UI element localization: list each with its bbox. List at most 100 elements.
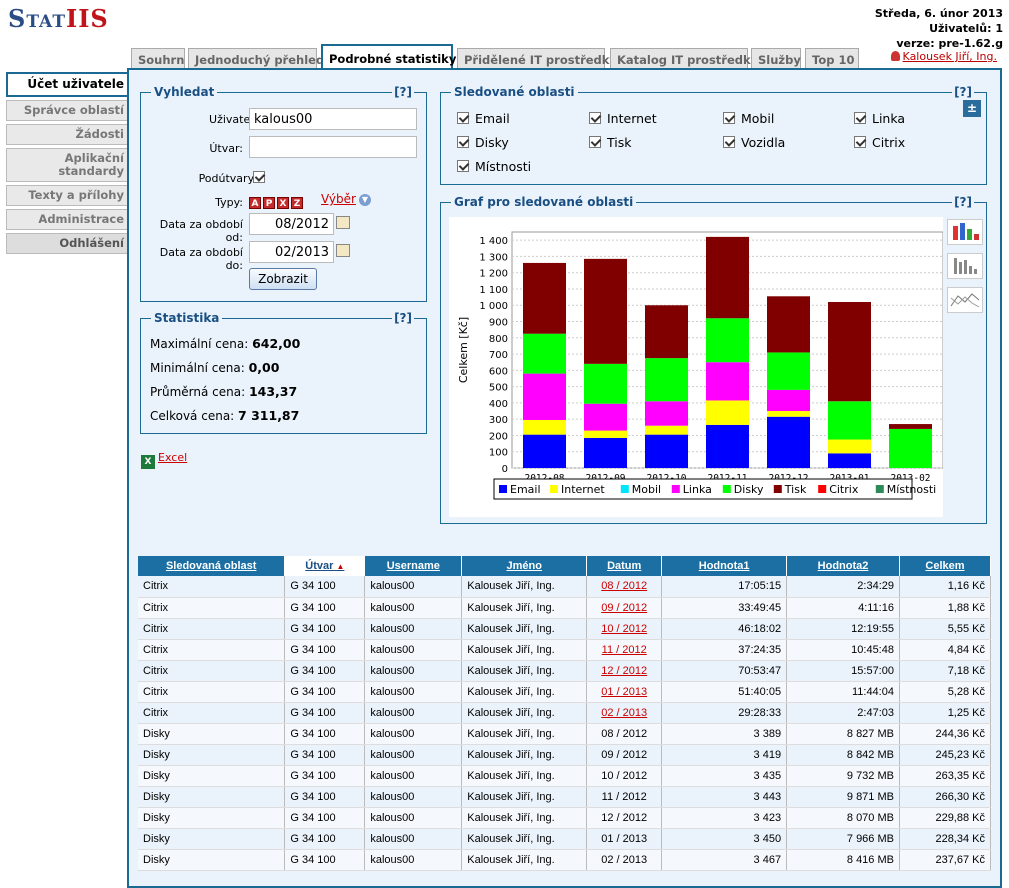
table-cell[interactable]: 10 / 2012 — [586, 618, 663, 640]
statistics-help-link[interactable]: [?] — [392, 311, 414, 325]
column-header-hodnota2[interactable]: Hodnota2 — [786, 556, 900, 576]
select-link[interactable]: Výběr — [321, 192, 356, 206]
bar-segment-internet — [767, 411, 810, 417]
chart-help-link[interactable]: [?] — [952, 195, 974, 209]
table-cell: G 34 100 — [284, 618, 366, 640]
area-internet[interactable]: Internet — [589, 111, 657, 126]
subunits-checkbox[interactable] — [253, 171, 265, 183]
chart-type-column-icon[interactable] — [947, 253, 983, 279]
area-vozidla[interactable]: Vozidla — [723, 135, 785, 150]
column-header-celkem[interactable]: Celkem — [899, 556, 992, 576]
date-from-input[interactable] — [249, 213, 334, 235]
chart-type-line-icon[interactable] — [947, 287, 983, 313]
column-header-hodnota1[interactable]: Hodnota1 — [661, 556, 788, 576]
area-citrix-checkbox[interactable] — [854, 136, 866, 148]
table-cell: 3 467 — [661, 849, 788, 871]
type-a-icon[interactable]: A — [249, 197, 261, 209]
calendar-icon[interactable] — [336, 244, 350, 257]
table-cell: Kalousek Jiří, Ing. — [461, 618, 588, 640]
area-tisk[interactable]: Tisk — [589, 135, 631, 150]
excel-link[interactable]: Excel — [158, 451, 187, 464]
tab-podrobne-statistiky[interactable]: Podrobné statistiky — [321, 44, 456, 70]
table-cell: Kalousek Jiří, Ing. — [461, 828, 588, 850]
area-mobil[interactable]: Mobil — [723, 111, 774, 126]
table-cell: 08 / 2012 — [586, 723, 663, 745]
table-cell: 12:19:55 — [786, 618, 900, 640]
area-mistnosti[interactable]: Místnosti — [457, 159, 531, 174]
tab-katalog-it-prostredku[interactable]: Katalog IT prostředků — [610, 48, 759, 69]
area-linka-checkbox[interactable] — [854, 112, 866, 124]
sort-asc-icon: ▲ — [336, 562, 345, 571]
chart-type-bar-icon[interactable] — [947, 219, 983, 245]
tab-jednoduchy-prehled[interactable]: Jednoduchý přehled — [188, 48, 324, 69]
sidebar-item-texty-a-prilohy[interactable]: Texty a přílohy — [6, 185, 130, 206]
sidebar-item-spravce-oblasti[interactable]: Správce oblastí — [6, 100, 130, 121]
chevron-down-icon[interactable]: ▼ — [359, 194, 371, 206]
type-z-icon[interactable]: Z — [291, 197, 303, 209]
column-header-jmeno[interactable]: Jméno — [461, 556, 588, 576]
min-price: Minimální cena: 0,00 — [150, 360, 279, 375]
table-cell: kalous00 — [364, 849, 463, 871]
bar-segment-tisk — [523, 262, 566, 334]
area-mobil-checkbox[interactable] — [723, 112, 735, 124]
area-disky-checkbox[interactable] — [457, 136, 469, 148]
area-mistnosti-checkbox[interactable] — [457, 160, 469, 172]
toggle-all-icon[interactable]: ± — [963, 100, 981, 117]
table-cell: kalous00 — [364, 639, 463, 661]
table-cell[interactable]: 11 / 2012 — [586, 639, 663, 661]
bar-segment-internet — [584, 430, 627, 438]
user-input[interactable] — [249, 108, 417, 130]
table-cell: 5,55 Kč — [899, 618, 992, 640]
search-help-link[interactable]: [?] — [392, 85, 414, 99]
tab-sluzby[interactable]: Služby — [751, 48, 801, 69]
table-row: Disky G 34 100 kalous00 Kalousek Jiří, Ing.… — [138, 744, 992, 766]
tab-top-10[interactable]: Top 10 — [805, 48, 859, 69]
sidebar-item-administrace[interactable]: Administrace — [6, 209, 130, 230]
table-cell: 11 / 2012 — [586, 786, 663, 808]
column-header-sledovana-oblast[interactable]: Sledovaná oblast — [138, 556, 286, 576]
column-header-datum[interactable]: Datum — [586, 556, 663, 576]
column-header-username[interactable]: Username — [364, 556, 463, 576]
table-cell[interactable]: 09 / 2012 — [586, 597, 663, 619]
tab-souhrn[interactable]: Souhrn — [131, 48, 185, 69]
table-row: Disky G 34 100 kalous00 Kalousek Jiří, Ing.… — [138, 828, 992, 850]
unit-input[interactable] — [249, 136, 417, 158]
table-cell: kalous00 — [364, 618, 463, 640]
table-cell[interactable]: 02 / 2013 — [586, 702, 663, 724]
table-row: Citrix G 34 100 kalous00 Kalousek Jiří, Ing… — [138, 639, 992, 661]
y-tick-label: 0 — [502, 464, 508, 475]
excel-export[interactable]: X Excel — [141, 451, 187, 469]
column-header-utvar[interactable]: Útvar ▲ — [284, 556, 366, 576]
area-email-checkbox[interactable] — [457, 112, 469, 124]
types-label: Typy: — [215, 196, 243, 209]
table-cell: kalous00 — [364, 744, 463, 766]
avg-price: Průměrná cena: 143,37 — [150, 384, 297, 399]
area-vozidla-checkbox[interactable] — [723, 136, 735, 148]
table-cell[interactable]: 01 / 2013 — [586, 681, 663, 703]
area-internet-checkbox[interactable] — [589, 112, 601, 124]
type-x-icon[interactable]: X — [277, 197, 289, 209]
sidebar-item-zadosti[interactable]: Žádosti — [6, 124, 130, 145]
area-email[interactable]: Email — [457, 111, 510, 126]
calendar-icon[interactable] — [336, 216, 350, 229]
area-disky[interactable]: Disky — [457, 135, 509, 150]
table-cell[interactable]: 08 / 2012 — [586, 576, 663, 598]
area-linka[interactable]: Linka — [854, 111, 905, 126]
sidebar-item-aplikacni-standardy[interactable]: Aplikační standardy — [6, 148, 130, 182]
current-user-link[interactable]: Kalousek Jiří, Ing. — [890, 50, 997, 63]
sidebar-item-odhlaseni[interactable]: Odhlášení — [6, 233, 130, 254]
date-to-input[interactable] — [249, 241, 334, 263]
show-button[interactable]: Zobrazit — [249, 268, 317, 290]
bar-segment-internet — [523, 419, 566, 435]
table-cell: 3 419 — [661, 744, 788, 766]
tracked-areas-help-link[interactable]: [?] — [952, 85, 974, 99]
table-cell: 15:57:00 — [786, 660, 900, 682]
area-citrix[interactable]: Citrix — [854, 135, 905, 150]
tab-pridelene-it-prostredky[interactable]: Přidělené IT prostředky — [457, 48, 617, 69]
bar-segment-email — [828, 453, 871, 468]
bar-segment-tisk — [584, 258, 627, 364]
sidebar-item-ucet-uzivatele[interactable]: Účet uživatele — [6, 72, 132, 97]
area-tisk-checkbox[interactable] — [589, 136, 601, 148]
table-cell[interactable]: 12 / 2012 — [586, 660, 663, 682]
type-p-icon[interactable]: P — [263, 197, 275, 209]
